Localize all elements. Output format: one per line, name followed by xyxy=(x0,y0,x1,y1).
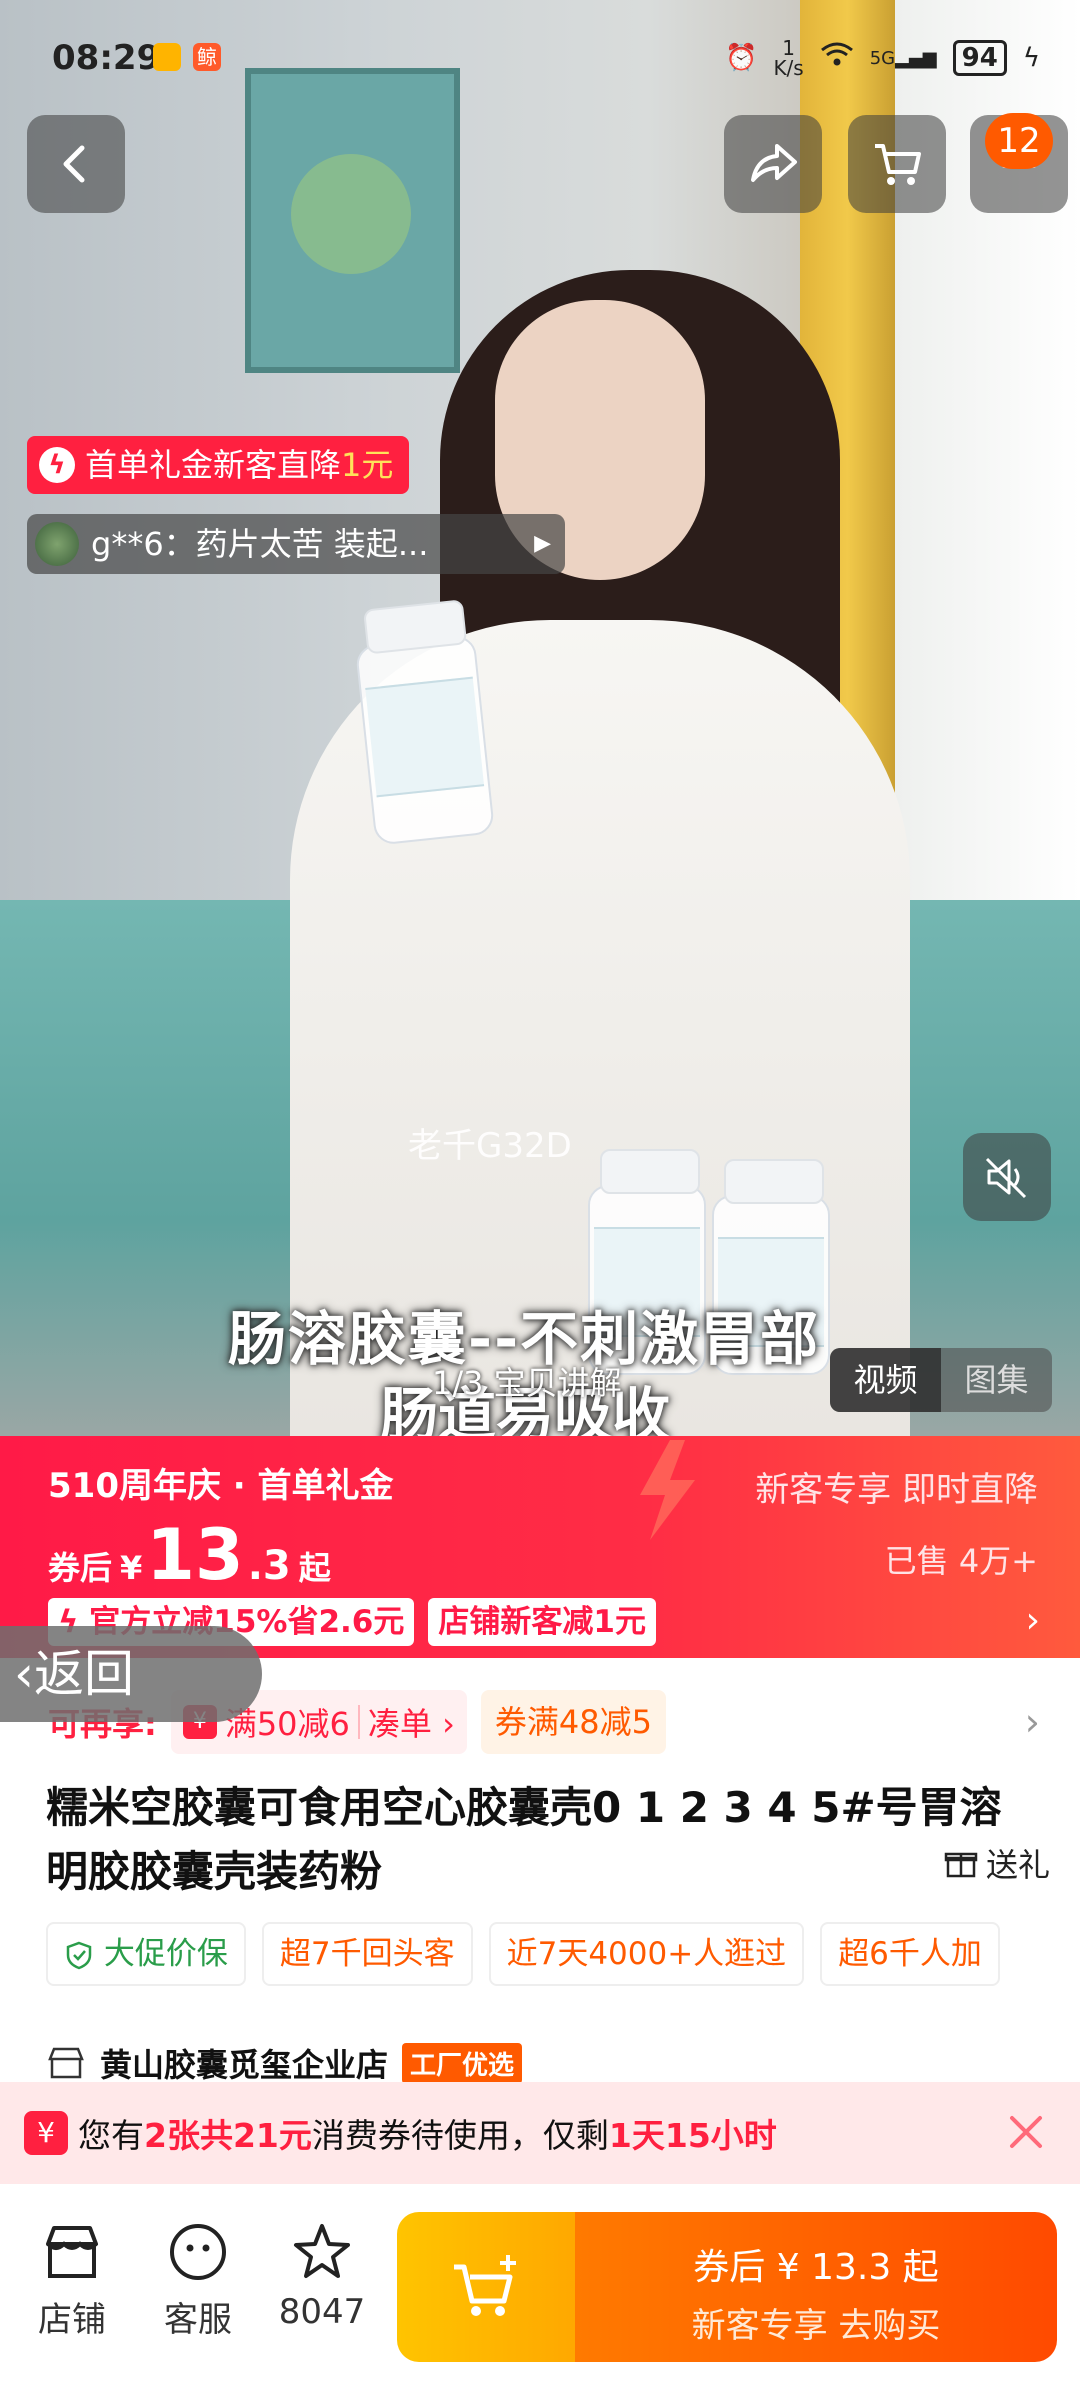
factory-badge: 工厂优选 xyxy=(402,2042,523,2084)
promo-event-title: 510周年庆 · 首单礼金 xyxy=(48,1466,394,1506)
price-banner[interactable]: 510周年庆 · 首单礼金 券后 ¥ 13 .3 起 新客专享 即时直降 已售 … xyxy=(0,1436,1080,1658)
sold-count: 已售 4万+ xyxy=(884,1542,1038,1580)
close-icon[interactable] xyxy=(998,2104,1054,2160)
media-tab-switch: 视频 图集 xyxy=(830,1348,1052,1412)
mute-button[interactable] xyxy=(963,1133,1051,1221)
share-button[interactable] xyxy=(724,115,822,213)
capsule-bottle xyxy=(354,599,496,846)
return-float-button[interactable]: ‹返回 xyxy=(0,1626,262,1722)
cart-icon xyxy=(875,144,921,185)
voucher-notice-bar[interactable]: ¥ 您有 2张共21元 消费券待使用，仅剩 1天15小时 xyxy=(0,2082,1080,2184)
coupon-voucher[interactable]: 券满48减5 xyxy=(480,1690,666,1754)
comment-ticker[interactable]: g**6：药片太苦 装起... ▶ xyxy=(27,514,565,574)
video-watermark: 老千G32D xyxy=(408,1126,572,1166)
buy-button-group: 券后 ¥ 13.3 起 新客专享 去购买 xyxy=(397,2212,1057,2362)
star-icon xyxy=(294,2224,350,2278)
flash-icon: ϟ xyxy=(39,447,75,483)
recent-visitors-tag[interactable]: 近7天4000+人逛过 xyxy=(488,1922,805,1986)
battery-indicator: 94 xyxy=(952,40,1007,76)
favorite-button[interactable]: 8047 xyxy=(272,2220,372,2332)
new-customer-label: 新客专享 即时直降 xyxy=(755,1470,1038,1510)
add-to-cart-button[interactable] xyxy=(397,2212,575,2362)
back-arrow-icon xyxy=(63,145,85,183)
network-speed: 1 K/s xyxy=(773,36,804,80)
gift-button[interactable]: 送礼 xyxy=(944,1840,1050,1886)
store-icon xyxy=(48,2047,84,2079)
tab-video[interactable]: 视频 xyxy=(830,1348,941,1412)
shop-row[interactable]: 黄山胶囊觅玺企业店 工厂优选 xyxy=(46,2040,523,2086)
price-protection-tag[interactable]: 大促价保 xyxy=(46,1922,246,1986)
comment-text: g**6：药片太苦 装起... xyxy=(91,525,429,563)
wifi-icon xyxy=(820,41,854,76)
charging-icon: ϟ xyxy=(1022,43,1040,73)
status-time: 08:29 xyxy=(52,38,161,78)
store-icon xyxy=(46,2226,98,2278)
feature-tags: 大促价保 超7千回头客 近7天4000+人逛过 超6千人加 xyxy=(46,1922,1080,1986)
add-items-link[interactable]: 凑单 › xyxy=(368,1699,455,1745)
mute-icon xyxy=(985,1157,1027,1199)
play-arrow-icon: ▶ xyxy=(534,531,551,556)
repeat-customers-tag[interactable]: 超7千回头客 xyxy=(261,1922,473,1986)
buy-price-label: 券后 ¥ 13.3 起 xyxy=(693,2247,939,2288)
price-display: 券后 ¥ 13 .3 起 xyxy=(48,1514,331,1596)
tab-gallery[interactable]: 图集 xyxy=(941,1348,1052,1412)
yuan-icon: ¥ xyxy=(24,2111,68,2155)
add-cart-icon xyxy=(454,2255,516,2316)
chevron-right-icon[interactable]: › xyxy=(1025,1700,1040,1744)
media-page-indicator: 1/3 宝贝讲解 xyxy=(432,1364,622,1402)
app-notification-icon xyxy=(153,43,181,71)
bolt-decoration-icon xyxy=(640,1440,695,1540)
product-title: 糯米空胶囊可食用空心胶囊壳0 1 2 3 4 5#号胃溶明胶胶囊壳装药粉 xyxy=(46,1783,1002,1896)
app-notification-icon: 鲸 xyxy=(193,43,221,71)
status-indicators: ⏰ 1 K/s 5G▂▄▆ 94 ϟ xyxy=(725,38,1040,78)
share-icon xyxy=(751,144,797,182)
shop-discount-tag: 店铺新客减1元 xyxy=(428,1598,656,1646)
cart-count-badge: 12 xyxy=(985,113,1053,169)
shield-check-icon xyxy=(66,1941,92,1970)
shop-name: 黄山胶囊觅玺企业店 xyxy=(100,2046,389,2084)
signal-icon: 5G▂▄▆ xyxy=(869,47,937,69)
product-video[interactable] xyxy=(0,0,1080,1436)
customer-service-button[interactable]: 客服 xyxy=(148,2220,248,2341)
buy-now-button[interactable]: 券后 ¥ 13.3 起 新客专享 去购买 xyxy=(575,2212,1057,2362)
gift-icon xyxy=(944,1852,978,1878)
customer-service-icon xyxy=(170,2224,226,2280)
back-button[interactable] xyxy=(27,115,125,213)
chevron-right-icon[interactable]: › xyxy=(1026,1600,1040,1641)
status-bar: 08:29 鲸 ⏰ 1 K/s 5G▂▄▆ 94 ϟ xyxy=(0,0,1080,110)
buy-action-label: 新客专享 去购买 xyxy=(691,2306,941,2346)
alarm-icon: ⏰ xyxy=(725,43,758,73)
shop-button[interactable]: 店铺 xyxy=(22,2220,122,2341)
cart-button[interactable] xyxy=(848,115,946,213)
cart-adds-tag[interactable]: 超6千人加 xyxy=(820,1922,1000,1986)
bottom-action-bar: 店铺 客服 8047 券后 ¥ 13.3 起 新客专享 去购买 xyxy=(0,2184,1080,2388)
new-customer-promo-tag[interactable]: ϟ 首单礼金新客直降1元 xyxy=(27,436,410,494)
avatar xyxy=(35,522,79,566)
background-painting xyxy=(245,68,460,373)
